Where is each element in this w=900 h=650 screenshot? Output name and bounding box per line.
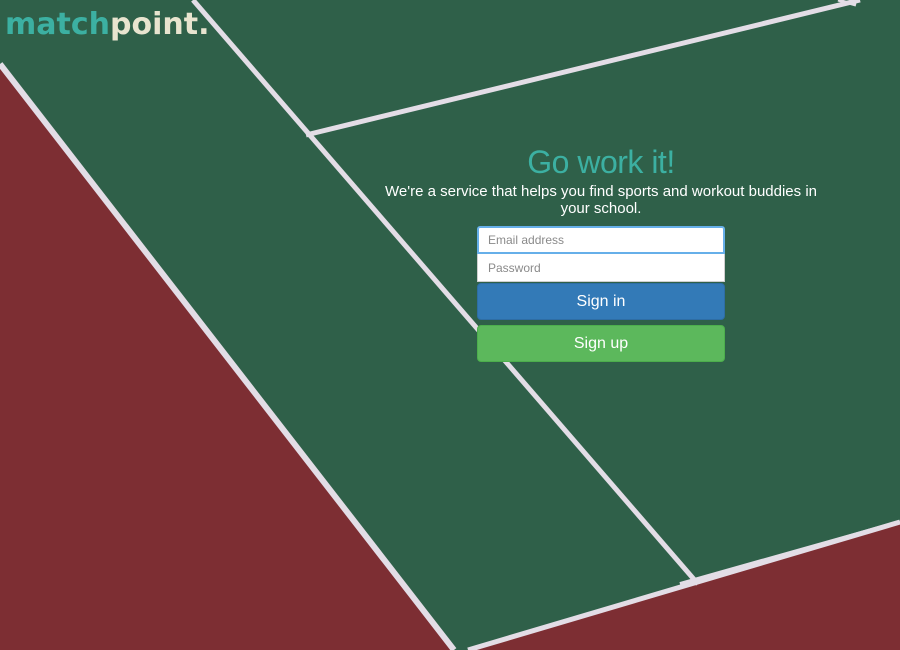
sign-in-button[interactable]: Sign in xyxy=(477,283,725,320)
logo-text-match: match xyxy=(5,7,110,42)
matchpoint-logo[interactable]: matchpoint. xyxy=(5,3,209,47)
logo-text-point: point. xyxy=(110,7,210,42)
password-input[interactable] xyxy=(477,254,725,282)
landing-page: matchpoint. Go work it! We're a service … xyxy=(0,0,900,650)
sign-up-button[interactable]: Sign up xyxy=(477,325,725,362)
hero-tagline: We're a service that helps you find spor… xyxy=(385,183,817,217)
email-input[interactable] xyxy=(477,226,725,254)
hero-panel: Go work it! We're a service that helps y… xyxy=(385,142,817,362)
hero-headline: Go work it! xyxy=(527,144,675,180)
login-form: Sign in Sign up xyxy=(477,226,725,362)
